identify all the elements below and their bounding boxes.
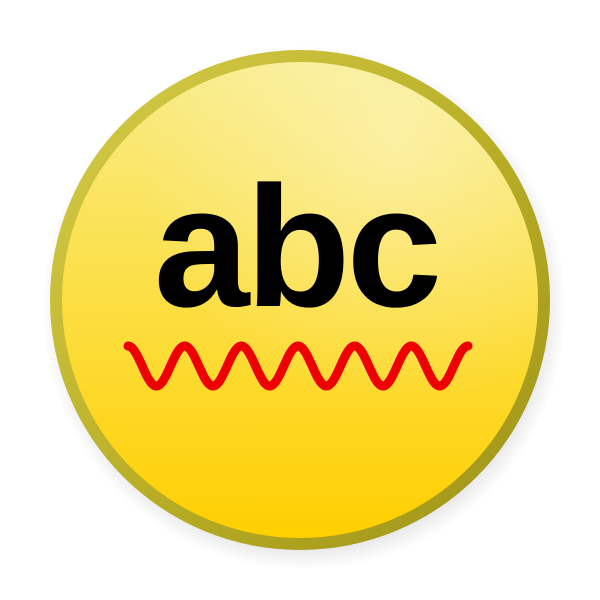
spell-check-icon-container: abc — [0, 0, 600, 600]
icon-text: abc — [154, 151, 438, 343]
spell-check-icon: abc — [42, 46, 566, 570]
